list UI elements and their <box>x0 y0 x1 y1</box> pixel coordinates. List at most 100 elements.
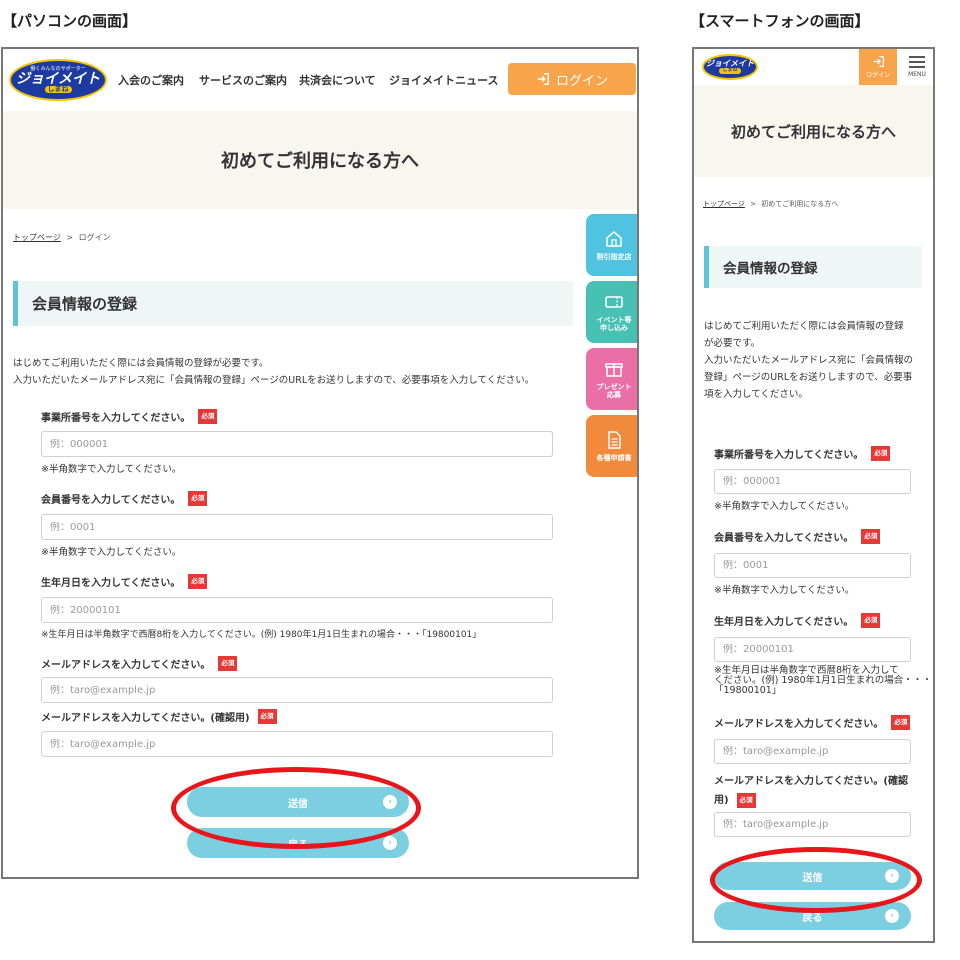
breadcrumb-home-link[interactable]: トップページ <box>13 233 61 242</box>
logo-main-text: ジョイメイト <box>16 70 100 87</box>
email-confirm-field[interactable] <box>41 731 553 757</box>
required-badge: 必須 <box>736 793 756 808</box>
member-number-hint: ※半角数字で入力してください。 <box>714 585 855 596</box>
login-button[interactable]: ログイン <box>508 63 636 95</box>
logo-sub-text: しまね <box>719 68 741 74</box>
office-number-input[interactable] <box>723 476 910 487</box>
nav-item-mutual-aid[interactable]: 共済会について <box>299 72 376 88</box>
field-label-text: 事業所番号を入力してください。 <box>41 413 191 424</box>
field-label-text: メールアドレスを入力してください。(確認用) <box>41 713 250 724</box>
ticket-icon <box>605 295 623 308</box>
email-field[interactable] <box>41 677 553 703</box>
field-label-text: 事業所番号を入力してください。 <box>714 450 864 461</box>
email-label: メールアドレスを入力してください。 必須 <box>41 656 238 671</box>
side-tab-discount-stores[interactable]: 割引指定店 <box>586 214 637 276</box>
field-label-line: メールアドレスを入力してください。(確認 <box>714 776 908 787</box>
field-label-text: メールアドレスを入力してください。 <box>714 719 884 730</box>
field-label-text: 会員番号を入力してください。 <box>714 533 854 544</box>
required-badge: 必須 <box>198 409 218 424</box>
field-label-text: 生年月日を入力してください。 <box>714 617 854 628</box>
site-logo[interactable]: 働くみんなのサポーター ジョイメイト しまね <box>9 59 107 101</box>
birthdate-field[interactable] <box>714 637 911 662</box>
member-number-field[interactable] <box>714 553 911 578</box>
required-badge: 必須 <box>861 613 881 628</box>
intro-line: が必要です。 <box>704 338 761 349</box>
login-button[interactable]: ログイン <box>859 49 897 85</box>
side-tab-events[interactable]: イベント等 申し込み <box>586 281 637 343</box>
birthdate-input[interactable] <box>50 604 552 616</box>
section-heading: 会員情報の登録 <box>704 246 922 288</box>
field-label-line-wrap: 用) 必須 <box>714 791 908 810</box>
side-tab-present[interactable]: プレゼント 応募 <box>586 348 637 410</box>
office-number-input[interactable] <box>50 438 552 450</box>
arrow-right-icon: › <box>885 909 899 923</box>
office-number-hint: ※半角数字で入力してください。 <box>41 464 182 475</box>
email-label: メールアドレスを入力してください。 必須 <box>714 715 911 730</box>
side-tab-label: イベント等 申し込み <box>596 315 632 332</box>
section-heading: 会員情報の登録 <box>13 281 573 326</box>
required-badge: 必須 <box>218 656 238 671</box>
birthdate-input[interactable] <box>723 644 910 655</box>
field-label-text: メールアドレスを入力してください。(確認 用) 必須 <box>714 772 908 810</box>
birthdate-hint-line: 「19800101」 <box>714 685 782 696</box>
login-icon <box>537 73 549 85</box>
sp-screen: ジョイメイト しまね ログイン MENU 初めてご利用になる方へ トップページ … <box>692 47 935 943</box>
pc-caption: 【パソコンの画面】 <box>2 12 138 30</box>
email-field[interactable] <box>714 739 911 764</box>
login-label: ログイン <box>555 73 608 89</box>
birthdate-hint: ※生年月日は半角数字で西暦8桁を入力して ください。(例) 1980年1月1日生… <box>714 666 932 696</box>
intro-line: 入力いただいたメールアドレス宛に「会員情報の登録」ページのURLをお送りしますの… <box>13 375 535 386</box>
required-badge: 必須 <box>871 446 891 461</box>
nav-item-membership[interactable]: 入会のご案内 <box>118 72 184 88</box>
side-tab-label: 割引指定店 <box>596 252 632 261</box>
office-number-field[interactable] <box>714 469 911 494</box>
side-tab-label: プレゼント 応募 <box>596 382 632 399</box>
breadcrumb-separator: > <box>750 200 756 208</box>
email-confirm-field[interactable] <box>714 812 911 837</box>
site-logo[interactable]: ジョイメイト しまね <box>702 54 758 80</box>
nav-item-services[interactable]: サービスのご案内 <box>199 72 287 88</box>
member-number-input[interactable] <box>723 560 910 571</box>
pc-screen: 働くみんなのサポーター ジョイメイト しまね 入会のご案内 サービスのご案内 共… <box>1 47 639 879</box>
required-badge: 必須 <box>861 529 881 544</box>
office-number-label: 事業所番号を入力してください。 必須 <box>714 446 891 461</box>
store-icon <box>606 230 622 247</box>
member-number-label: 会員番号を入力してください。 必須 <box>41 491 208 506</box>
nav-item-news[interactable]: ジョイメイトニュース <box>389 72 498 88</box>
email-input[interactable] <box>723 746 910 757</box>
menu-label: MENU <box>908 71 926 78</box>
breadcrumb-current: ログイン <box>78 233 111 242</box>
email-confirm-input[interactable] <box>50 738 552 750</box>
field-label-text: メールアドレスを入力してください。 <box>41 660 211 671</box>
member-number-input[interactable] <box>50 521 552 533</box>
arrow-right-icon: › <box>383 836 397 850</box>
intro-line: 入力いただいたメールアドレス宛に「会員情報の <box>704 355 914 366</box>
sp-caption: 【スマートフォンの画面】 <box>690 12 870 30</box>
office-number-field[interactable] <box>41 431 553 457</box>
email-confirm-input[interactable] <box>723 819 910 830</box>
intro-line: 登録」ページのURLをお送りしますので、必要事 <box>704 372 913 383</box>
side-tab-applications[interactable]: 各種申請書 <box>586 415 637 477</box>
birthdate-field[interactable] <box>41 597 553 623</box>
field-label-text: 会員番号を入力してください。 <box>41 495 181 506</box>
login-icon <box>873 55 884 68</box>
page-title: 初めてご利用になる方へ <box>694 85 933 177</box>
hamburger-icon <box>909 56 925 58</box>
logo-sub-text: しまね <box>44 85 72 94</box>
required-badge: 必須 <box>257 709 277 724</box>
breadcrumb-home-link[interactable]: トップページ <box>703 200 745 208</box>
menu-button[interactable]: MENU <box>899 49 933 85</box>
pc-header: 働くみんなのサポーター ジョイメイト しまね 入会のご案内 サービスのご案内 共… <box>3 49 637 111</box>
office-number-label: 事業所番号を入力してください。 必須 <box>41 409 218 424</box>
intro-line: 項を入力してください。 <box>704 389 808 400</box>
member-number-field[interactable] <box>41 514 553 540</box>
email-confirm-label: メールアドレスを入力してください。(確認用) 必須 <box>41 709 277 724</box>
breadcrumb: トップページ > ログイン <box>13 232 111 243</box>
gift-icon <box>605 362 623 377</box>
birthdate-hint: ※生年月日は半角数字で西暦8桁を入力してください。(例) 1980年1月1日生ま… <box>41 630 482 640</box>
login-label: ログイン <box>865 72 890 79</box>
email-input[interactable] <box>50 684 552 696</box>
required-badge: 必須 <box>891 715 911 730</box>
breadcrumb-current: 初めてご利用になる方へ <box>761 200 839 208</box>
required-badge: 必須 <box>188 574 208 589</box>
